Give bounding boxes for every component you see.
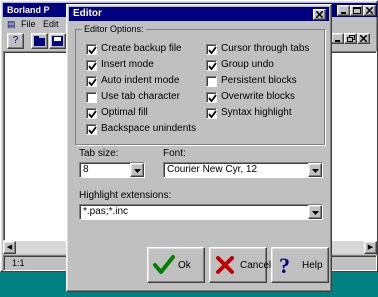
- checkbox-box[interactable]: [206, 44, 217, 55]
- cursor-position: 1:1: [12, 258, 25, 268]
- close-icon: [366, 7, 373, 14]
- checkbox-optimal-fill[interactable]: Optimal fill: [86, 107, 206, 120]
- close-button[interactable]: [363, 5, 376, 16]
- maximize-button[interactable]: [350, 5, 363, 16]
- scroll-left-button[interactable]: ◀: [3, 241, 16, 254]
- checkbox-cursor-through-tabs[interactable]: Cursor through tabs: [206, 43, 321, 56]
- minimize-icon: [341, 12, 346, 14]
- highlight-dropdown-button[interactable]: [308, 205, 322, 219]
- save-tool-button[interactable]: [49, 33, 66, 49]
- checkbox-backspace-unindents[interactable]: Backspace unindents: [86, 123, 206, 136]
- maximize-icon: [352, 7, 361, 14]
- app-menu-icon[interactable]: ▤: [7, 19, 16, 30]
- tab-size-label: Tab size:: [79, 148, 119, 159]
- group-title: Editor Options:: [82, 24, 146, 34]
- ide-title: Borland P: [7, 5, 50, 15]
- checkbox-label: Optimal fill: [101, 107, 148, 118]
- ok-button[interactable]: Ok: [147, 247, 205, 283]
- checkbox-box[interactable]: [206, 108, 217, 119]
- dialog-close-button[interactable]: [313, 9, 326, 20]
- dialog-title-bar: Editor: [69, 7, 329, 21]
- checkbox-syntax-highlight[interactable]: Syntax highlight: [206, 107, 321, 120]
- editor-dialog: Editor Editor Options: Create backup fil…: [66, 4, 332, 292]
- ok-label: Ok: [178, 260, 191, 271]
- checkbox-box[interactable]: [206, 76, 217, 87]
- minimize-button[interactable]: [337, 5, 350, 16]
- checkbox-insert-mode[interactable]: Insert mode: [86, 59, 206, 72]
- checkbox-label: Group undo: [221, 59, 274, 70]
- scroll-right-button[interactable]: ▶: [364, 241, 377, 254]
- font-dropdown-button[interactable]: [308, 163, 322, 177]
- checkbox-use-tab-character[interactable]: Use tab character: [86, 91, 206, 104]
- checkbox-label: Use tab character: [101, 91, 180, 102]
- help-question-icon: ?: [279, 255, 290, 277]
- checkbox-overwrite-blocks[interactable]: Overwrite blocks: [206, 91, 321, 104]
- checkmark-icon: [208, 94, 217, 103]
- checkbox-persistent-blocks[interactable]: Persistent blocks: [206, 75, 321, 88]
- highlight-extensions-label: Highlight extensions:: [79, 190, 172, 201]
- checkbox-box[interactable]: [206, 92, 217, 103]
- highlight-extensions-combo[interactable]: *.pas;*.inc: [79, 204, 323, 220]
- checkbox-box[interactable]: [86, 124, 97, 135]
- checkbox-box[interactable]: [206, 60, 217, 71]
- checkmark-icon: [88, 62, 97, 71]
- chevron-down-icon: [312, 211, 319, 215]
- help-tool-button[interactable]: ?: [7, 33, 24, 49]
- checkbox-label: Syntax highlight: [221, 107, 292, 118]
- chevron-down-icon: [312, 169, 319, 173]
- checkbox-box[interactable]: [86, 108, 97, 119]
- checkbox-group-undo[interactable]: Group undo: [206, 59, 321, 72]
- menu-file[interactable]: File: [21, 19, 36, 29]
- tab-size-value: 8: [83, 164, 89, 175]
- tab-size-dropdown-button[interactable]: [130, 163, 144, 177]
- tab-size-combo[interactable]: 8: [79, 162, 145, 178]
- help-icon: ?: [12, 35, 19, 46]
- cancel-x-icon: [216, 256, 234, 274]
- checkmark-icon: [153, 255, 175, 274]
- checkbox-label: Overwrite blocks: [221, 91, 295, 102]
- checkbox-box[interactable]: [86, 44, 97, 55]
- cancel-label: Cancel: [240, 260, 272, 271]
- save-icon: [52, 36, 63, 46]
- chevron-down-icon: [134, 169, 141, 173]
- dialog-title: Editor: [73, 8, 102, 19]
- checkbox-label: Cursor through tabs: [221, 43, 310, 54]
- checkmark-icon: [88, 110, 97, 119]
- checkbox-label: Backspace unindents: [101, 123, 197, 134]
- svg-text:?: ?: [279, 255, 290, 277]
- checkbox-label: Insert mode: [101, 59, 154, 70]
- checkmark-icon: [88, 126, 97, 135]
- checkbox-auto-indent[interactable]: Auto indent mode: [86, 75, 206, 88]
- checkbox-label: Create backup file: [101, 43, 182, 54]
- checkmark-icon: [208, 110, 217, 119]
- editor-options-group: Editor Options: Create backup file Inser…: [75, 24, 325, 145]
- font-label: Font:: [163, 148, 186, 159]
- checkmark-icon: [88, 78, 97, 87]
- checkbox-box[interactable]: [86, 76, 97, 87]
- checkbox-box[interactable]: [86, 60, 97, 71]
- checkmark-icon: [208, 46, 217, 55]
- font-value: Courier New Cyr, 12: [167, 164, 258, 175]
- help-button[interactable]: ? Help: [271, 247, 329, 283]
- checkbox-label: Persistent blocks: [221, 75, 297, 86]
- highlight-extensions-value: *.pas;*.inc: [83, 206, 129, 217]
- checkmark-icon: [88, 46, 97, 55]
- checkbox-create-backup[interactable]: Create backup file: [86, 43, 206, 56]
- font-combo[interactable]: Courier New Cyr, 12: [163, 162, 323, 178]
- menu-edit[interactable]: Edit: [43, 19, 59, 29]
- open-tool-button[interactable]: [31, 33, 48, 49]
- checkbox-label: Auto indent mode: [101, 75, 180, 86]
- open-folder-icon: [34, 36, 45, 46]
- close-icon: [316, 11, 323, 18]
- checkmark-icon: [208, 62, 217, 71]
- checkbox-box[interactable]: [86, 92, 97, 103]
- cancel-button[interactable]: Cancel: [209, 247, 271, 283]
- help-label: Help: [302, 260, 323, 271]
